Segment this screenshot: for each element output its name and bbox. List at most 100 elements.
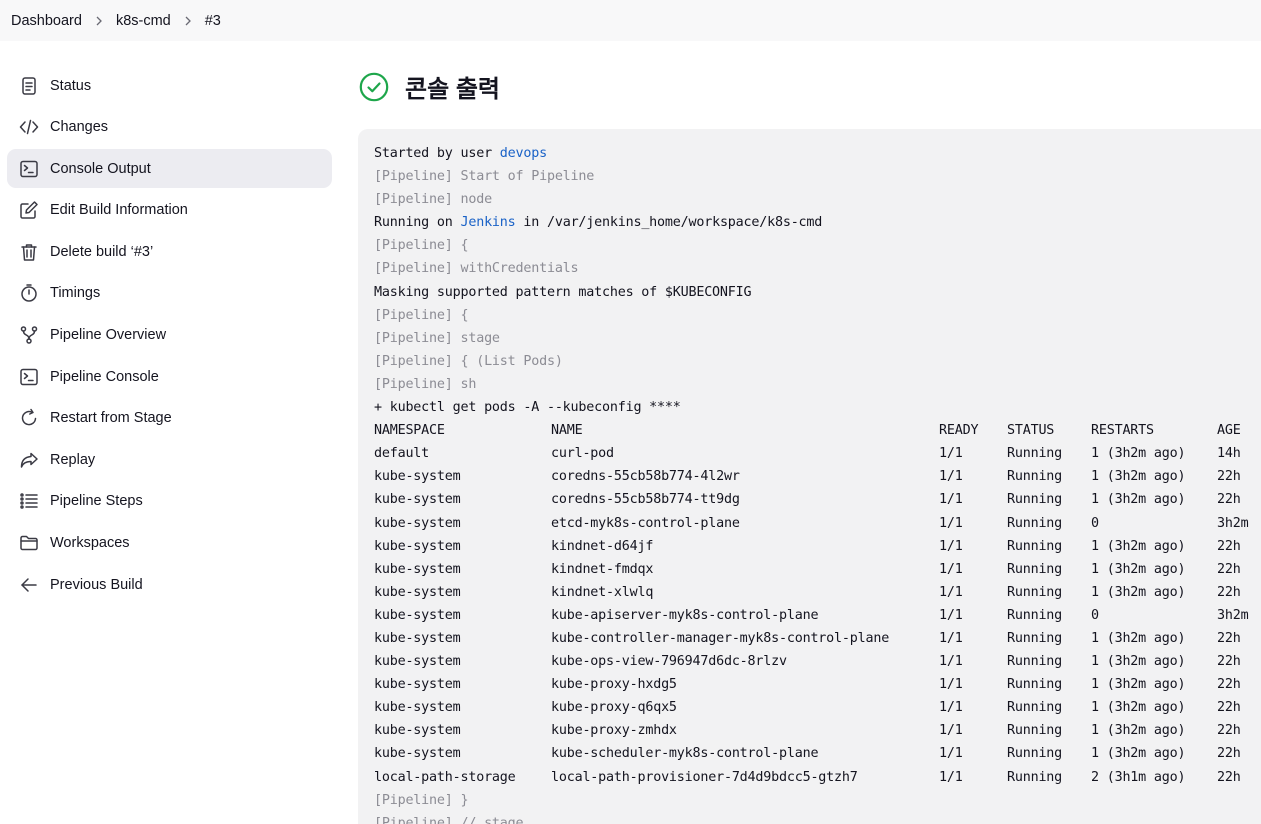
sidebar-item-label: Previous Build [50, 576, 143, 593]
pods-table-header: NAMESPACE NAME READY STATUS RESTARTS AGE [374, 419, 1261, 442]
pod-age: 3h2m [1217, 607, 1249, 623]
console-line: [Pipeline] // stage [374, 815, 524, 824]
pod-namespace: kube-system [374, 584, 461, 600]
sidebar-item-pipeline-console[interactable]: Pipeline Console [7, 357, 332, 396]
sidebar-item-label: Workspaces [50, 535, 130, 552]
pod-restarts: 1 (3h2m ago) [1091, 584, 1186, 600]
table-row: kube-system kube-apiserver-myk8s-control-… [374, 604, 1261, 627]
sidebar-item-timings[interactable]: Timings [7, 274, 332, 313]
pod-restarts: 1 (3h2m ago) [1091, 538, 1186, 554]
console-line: [Pipeline] } [374, 792, 469, 808]
folder-icon [19, 533, 39, 553]
pod-ready: 1/1 [939, 446, 963, 462]
sidebar-item-label: Pipeline Overview [50, 327, 167, 344]
table-row: kube-system kube-proxy-q6qx5 1/1 Running 1 (… [374, 696, 1261, 719]
console-text: in /var/jenkins_home/workspace/k8s-cmd [515, 215, 823, 231]
pod-namespace: kube-system [374, 654, 461, 670]
console-line: [Pipeline] { [374, 307, 469, 323]
pod-name: kube-controller-manager-myk8s-control-pl… [551, 630, 890, 646]
console-line: Running on Jenkins in /var/jenkins_home/… [374, 211, 1261, 234]
pod-name: kube-ops-view-796947d6dc-8rlzv [551, 654, 787, 670]
pod-age: 22h [1217, 654, 1241, 670]
column-header: RESTARTS [1091, 423, 1154, 439]
pod-ready: 1/1 [939, 700, 963, 716]
pod-namespace: kube-system [374, 561, 461, 577]
console-line: [Pipeline] withCredentials [374, 261, 579, 277]
table-row: kube-system kindnet-d64jf 1/1 Running 1 (3h2… [374, 535, 1261, 558]
pod-namespace: kube-system [374, 607, 461, 623]
breadcrumb-job[interactable]: k8s-cmd [116, 13, 171, 29]
console-line: [Pipeline] { (List Pods) [374, 353, 563, 369]
pod-age: 22h [1217, 584, 1241, 600]
sidebar-item-label: Delete build ‘#3’ [50, 243, 154, 260]
pod-name: coredns-55cb58b774-4l2wr [551, 469, 740, 485]
pod-namespace: default [374, 446, 430, 462]
sidebar-item-replay[interactable]: Replay [7, 440, 332, 479]
console-line: [Pipeline] node [374, 192, 492, 208]
pod-namespace: kube-system [374, 469, 461, 485]
pod-restarts: 1 (3h2m ago) [1091, 561, 1186, 577]
table-row: kube-system coredns-55cb58b774-tt9dg 1/1 Ru… [374, 488, 1261, 511]
pod-namespace: kube-system [374, 492, 461, 508]
sidebar-item-changes[interactable]: Changes [7, 108, 332, 147]
sidebar-item-label: Edit Build Information [50, 202, 188, 219]
pod-name: kube-apiserver-myk8s-control-plane [551, 607, 819, 623]
pod-status: Running [1007, 515, 1063, 531]
pod-namespace: kube-system [374, 538, 461, 554]
page-heading: 콘솔 출력 [359, 69, 500, 104]
node-link[interactable]: Jenkins [460, 215, 515, 230]
pod-namespace: kube-system [374, 630, 461, 646]
pod-name: kindnet-fmdqx [551, 561, 654, 577]
table-row: kube-system etcd-myk8s-control-plane 1/1 Ru… [374, 512, 1261, 535]
pod-name: kindnet-d64jf [551, 538, 654, 554]
pod-restarts: 1 (3h2m ago) [1091, 700, 1186, 716]
table-row: kube-system kube-ops-view-796947d6dc-8rlz… [374, 650, 1261, 673]
sidebar-item-pipeline-overview[interactable]: Pipeline Overview [7, 316, 332, 355]
pod-restarts: 1 (3h2m ago) [1091, 723, 1186, 739]
pod-restarts: 1 (3h2m ago) [1091, 630, 1186, 646]
table-row: kube-system kube-proxy-hxdg5 1/1 Running 1 (… [374, 673, 1261, 696]
sidebar-item-workspaces[interactable]: Workspaces [7, 524, 332, 563]
console-text: Running on [374, 215, 461, 231]
pipeline-icon [19, 325, 39, 345]
sidebar-item-console-output[interactable]: Console Output [7, 149, 332, 189]
pod-status: Running [1007, 746, 1063, 762]
pod-name: curl-pod [551, 446, 614, 462]
replay-icon [19, 450, 39, 470]
trash-icon [19, 242, 39, 262]
pod-status: Running [1007, 607, 1063, 623]
pod-restarts: 0 [1091, 607, 1099, 623]
stopwatch-icon [19, 283, 39, 303]
pod-ready: 1/1 [939, 607, 963, 623]
user-link[interactable]: devops [500, 146, 547, 161]
table-row: local-path-storage local-path-provisioner… [374, 766, 1261, 789]
column-header: READY [939, 423, 979, 439]
pod-name: kindnet-xlwlq [551, 584, 654, 600]
pod-restarts: 1 (3h2m ago) [1091, 446, 1186, 462]
sidebar-item-previous-build[interactable]: Previous Build [7, 565, 332, 604]
arrow-left-icon [19, 575, 39, 595]
console-line: Masking supported pattern matches of $KU… [374, 284, 752, 300]
sidebar-item-restart-from-stage[interactable]: Restart from Stage [7, 399, 332, 438]
terminal-icon [19, 159, 39, 179]
pod-status: Running [1007, 492, 1063, 508]
pod-age: 14h [1217, 446, 1241, 462]
breadcrumb-build[interactable]: #3 [205, 13, 221, 29]
sidebar-item-pipeline-steps[interactable]: Pipeline Steps [7, 482, 332, 521]
breadcrumb-dashboard[interactable]: Dashboard [11, 13, 82, 29]
pod-restarts: 1 (3h2m ago) [1091, 746, 1186, 762]
table-row: kube-system kindnet-xlwlq 1/1 Running 1 (3h2… [374, 581, 1261, 604]
pod-ready: 1/1 [939, 561, 963, 577]
pods-table: default curl-pod 1/1 Running 1 (3h2m ago) 14h… [374, 442, 1261, 788]
pod-restarts: 1 (3h2m ago) [1091, 469, 1186, 485]
column-header: AGE [1217, 423, 1241, 439]
sidebar-item-delete-build[interactable]: Delete build ‘#3’ [7, 232, 332, 271]
console-text: Started by user [374, 146, 500, 161]
sidebar-item-status[interactable]: Status [7, 66, 332, 105]
document-icon [19, 76, 39, 96]
sidebar-item-edit-build-information[interactable]: Edit Build Information [7, 191, 332, 230]
pod-age: 22h [1217, 561, 1241, 577]
sidebar-item-label: Pipeline Steps [50, 493, 143, 510]
pod-ready: 1/1 [939, 746, 963, 762]
pod-status: Running [1007, 677, 1063, 693]
